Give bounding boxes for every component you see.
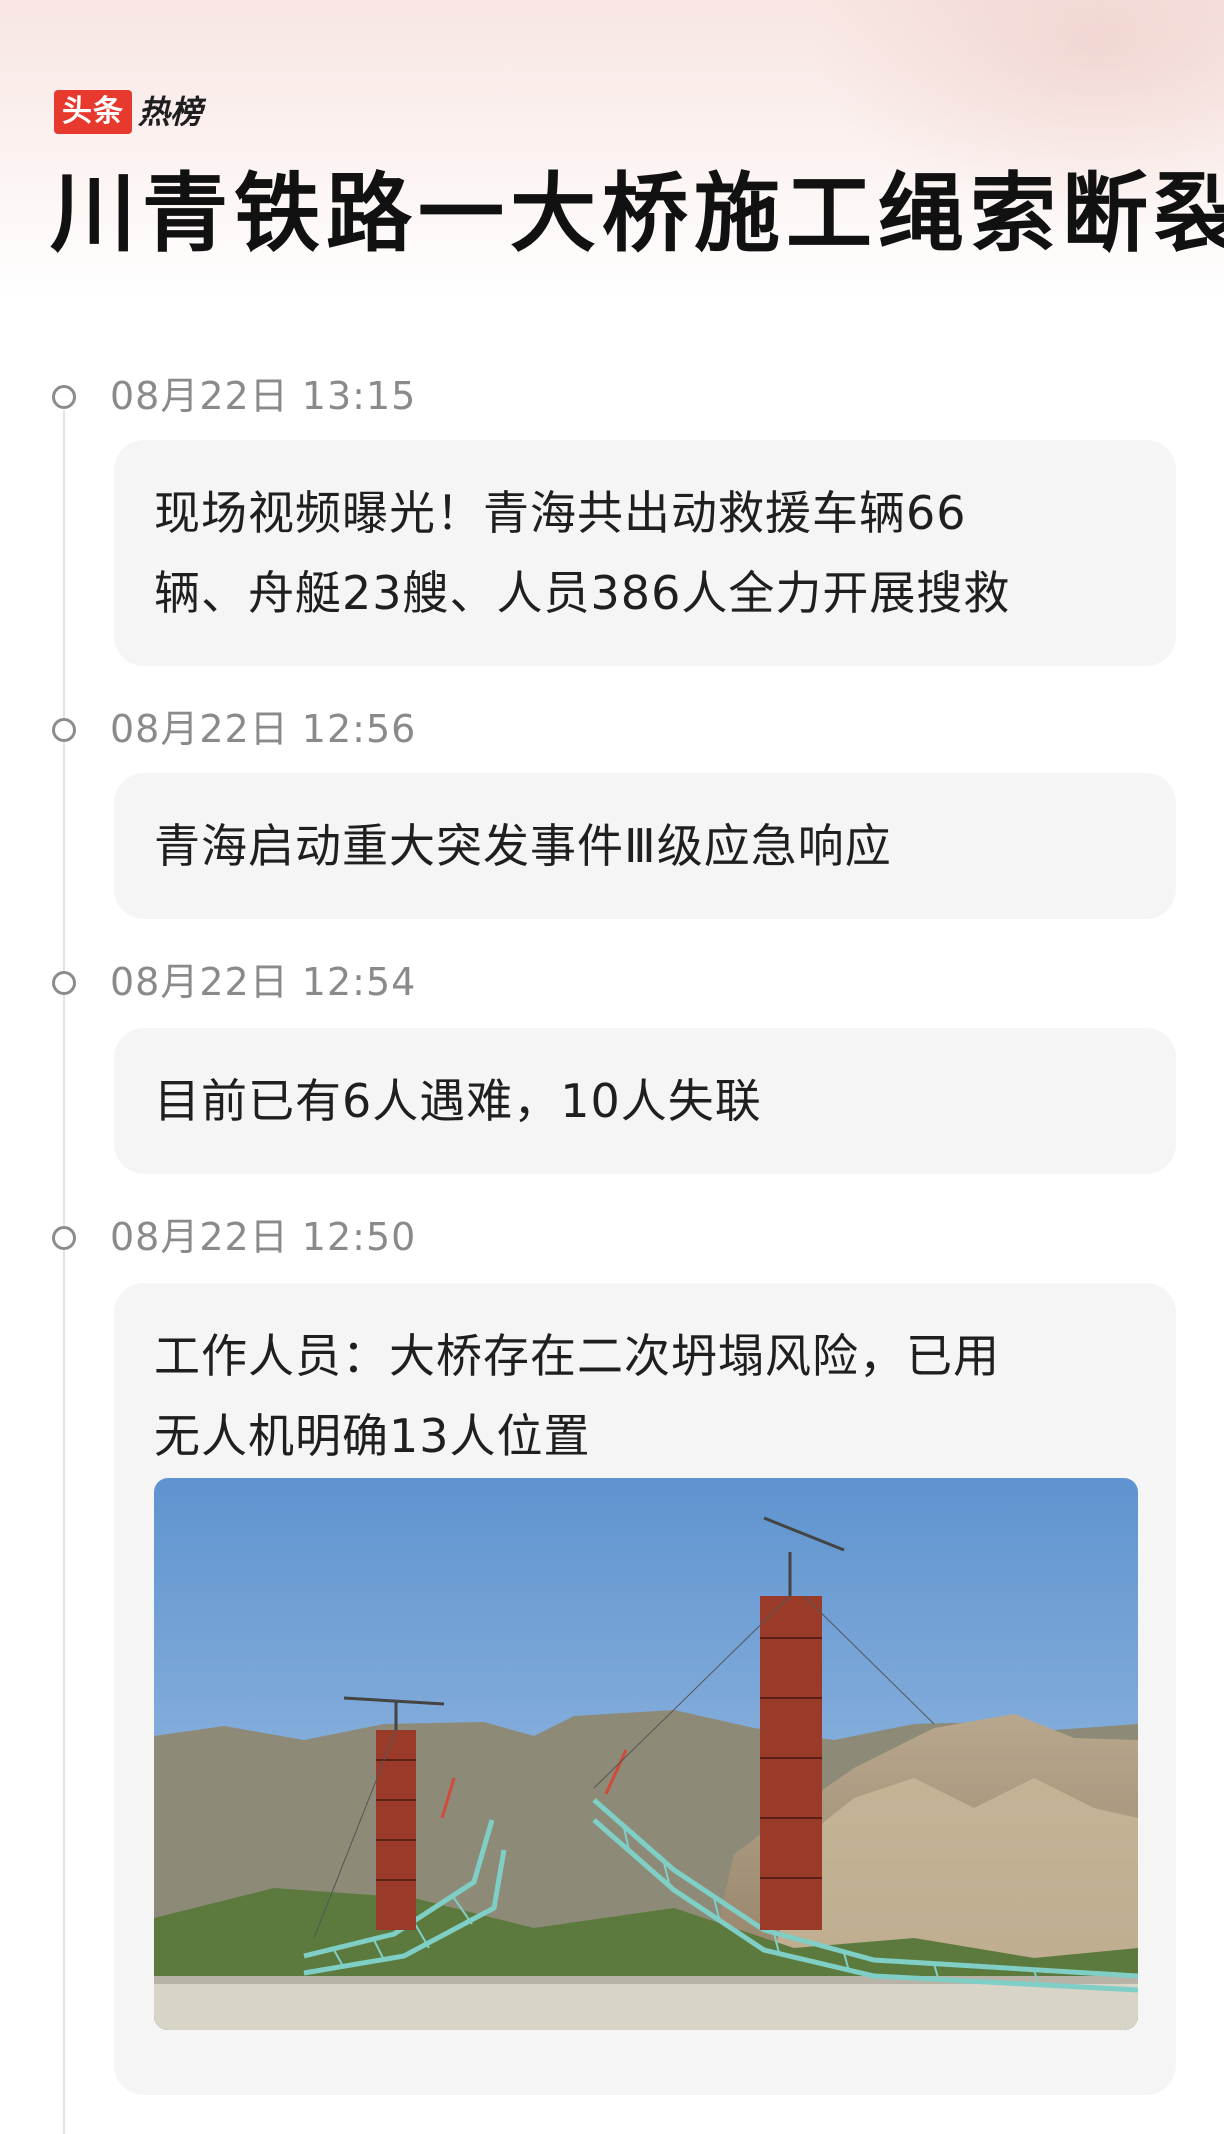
timeline-text-line: 现场视频曝光！青海共出动救援车辆66 bbox=[154, 486, 967, 540]
timeline-dot-icon bbox=[52, 385, 76, 409]
timeline-item-card[interactable]: 现场视频曝光！青海共出动救援车辆66 辆、舟艇23艘、人员386人全力开展搜救 bbox=[114, 440, 1176, 666]
page-title: 川青铁路一大桥施工绳索断裂 bbox=[50, 164, 1224, 264]
toutiao-logo-badge: 头条 bbox=[54, 90, 132, 134]
timeline-time: 08月22日 12:56 bbox=[110, 707, 417, 751]
timeline-dot-icon bbox=[52, 1226, 76, 1250]
bridge-construction-photo[interactable] bbox=[154, 1478, 1138, 2030]
timeline-text-line: 无人机明确13人位置 bbox=[154, 1409, 591, 1463]
timeline-dot-icon bbox=[52, 971, 76, 995]
timeline-time: 08月22日 13:15 bbox=[110, 374, 417, 418]
timeline-dot-icon bbox=[52, 718, 76, 742]
timeline-line bbox=[63, 410, 65, 2134]
bridge-photo-illustration bbox=[154, 1478, 1138, 2030]
timeline-item-card[interactable]: 青海启动重大突发事件Ⅲ级应急响应 bbox=[114, 773, 1176, 919]
timeline-time: 08月22日 12:50 bbox=[110, 1215, 417, 1259]
toutiao-rebang-logo[interactable]: 头条 热榜 bbox=[54, 90, 202, 134]
rebang-label: 热榜 bbox=[138, 93, 203, 131]
timeline-text-line: 目前已有6人遇难，10人失联 bbox=[154, 1074, 762, 1128]
timeline-time: 08月22日 12:54 bbox=[110, 960, 417, 1004]
timeline-text-line: 青海启动重大突发事件Ⅲ级应急响应 bbox=[154, 819, 892, 873]
timeline-item-card[interactable]: 目前已有6人遇难，10人失联 bbox=[114, 1028, 1176, 1174]
timeline-text-line: 工作人员：大桥存在二次坍塌风险，已用 bbox=[154, 1329, 1000, 1383]
timeline-text-line: 辆、舟艇23艘、人员386人全力开展搜救 bbox=[154, 566, 1011, 620]
timeline-item-card[interactable]: 工作人员：大桥存在二次坍塌风险，已用 无人机明确13人位置 bbox=[114, 1283, 1176, 2095]
